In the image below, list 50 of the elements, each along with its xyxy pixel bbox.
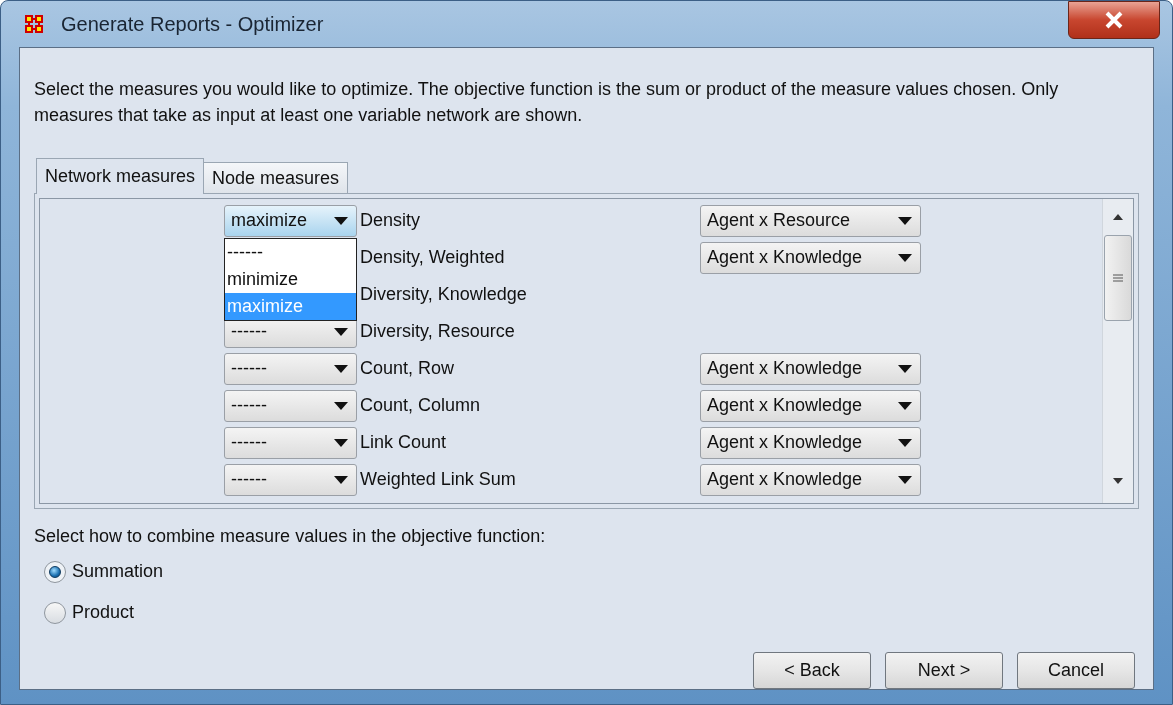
dropdown[interactable]: Agent x Resource [700, 204, 921, 237]
scroll-up-icon[interactable] [1112, 213, 1124, 221]
dropdown[interactable]: Agent x Knowledge [700, 241, 921, 274]
caret-icon [898, 438, 912, 447]
dropdown[interactable]: Agent x Knowledge [700, 426, 921, 459]
caret-icon [334, 401, 348, 410]
measure-label: Density [360, 209, 422, 232]
dialog-button[interactable]: Next > [885, 652, 1003, 689]
scrollbar-thumb[interactable] [1104, 235, 1132, 321]
caret-icon [334, 475, 348, 484]
scrollbar[interactable] [1102, 199, 1133, 503]
caret-icon [898, 475, 912, 484]
measure-label: Weighted Link Sum [360, 468, 517, 491]
description-text: Select the measures you would like to optimize. The objective function is the sum or product of the measure values chosen. Only measures that take as input at least one variable network are shown. [34, 78, 1060, 127]
dropdown[interactable]: Agent x Knowledge [700, 463, 921, 496]
tab[interactable]: Network measures [36, 158, 205, 194]
caret-icon [334, 364, 348, 373]
tab[interactable]: Node measures [204, 162, 349, 194]
measure-label: Link Count [360, 431, 448, 454]
radio-option[interactable]: Product [44, 599, 135, 626]
dropdown[interactable]: ------ [224, 389, 357, 422]
dropdown[interactable]: Agent x Knowledge [700, 389, 921, 422]
caret-icon [898, 253, 912, 262]
dialog-button[interactable]: < Back [753, 652, 871, 689]
dialog-button[interactable]: Cancel [1017, 652, 1135, 689]
dropdown[interactable]: ------ [224, 426, 357, 459]
caret-icon [334, 327, 348, 336]
measure-label: Diversity, Resource [360, 320, 516, 343]
caret-icon [334, 216, 348, 225]
measure-label: Density, Weighted [360, 246, 506, 269]
close-button[interactable] [1068, 1, 1160, 39]
dropdown[interactable]: ------ [224, 463, 357, 496]
measure-label: Count, Row [360, 357, 456, 380]
dropdown[interactable]: Agent x Knowledge [700, 352, 921, 385]
app-icon [25, 15, 43, 33]
measure-label: Count, Column [360, 394, 482, 417]
radio-option[interactable]: Summation [44, 558, 164, 585]
caret-icon [898, 216, 912, 225]
dropdown[interactable]: ------ [224, 352, 357, 385]
window-title: Generate Reports - Optimizer [61, 12, 324, 37]
close-icon [1103, 11, 1125, 29]
dropdown[interactable]: maximize [224, 204, 357, 237]
radio-button[interactable] [44, 601, 66, 624]
caret-icon [334, 438, 348, 447]
measure-label: Diversity, Knowledge [360, 283, 528, 306]
caret-icon [898, 401, 912, 410]
radio-button[interactable] [44, 560, 66, 583]
combine-instruction: Select how to combine measure values in the objective function: [34, 525, 547, 548]
scroll-down-icon[interactable] [1112, 477, 1124, 485]
caret-icon [898, 364, 912, 373]
